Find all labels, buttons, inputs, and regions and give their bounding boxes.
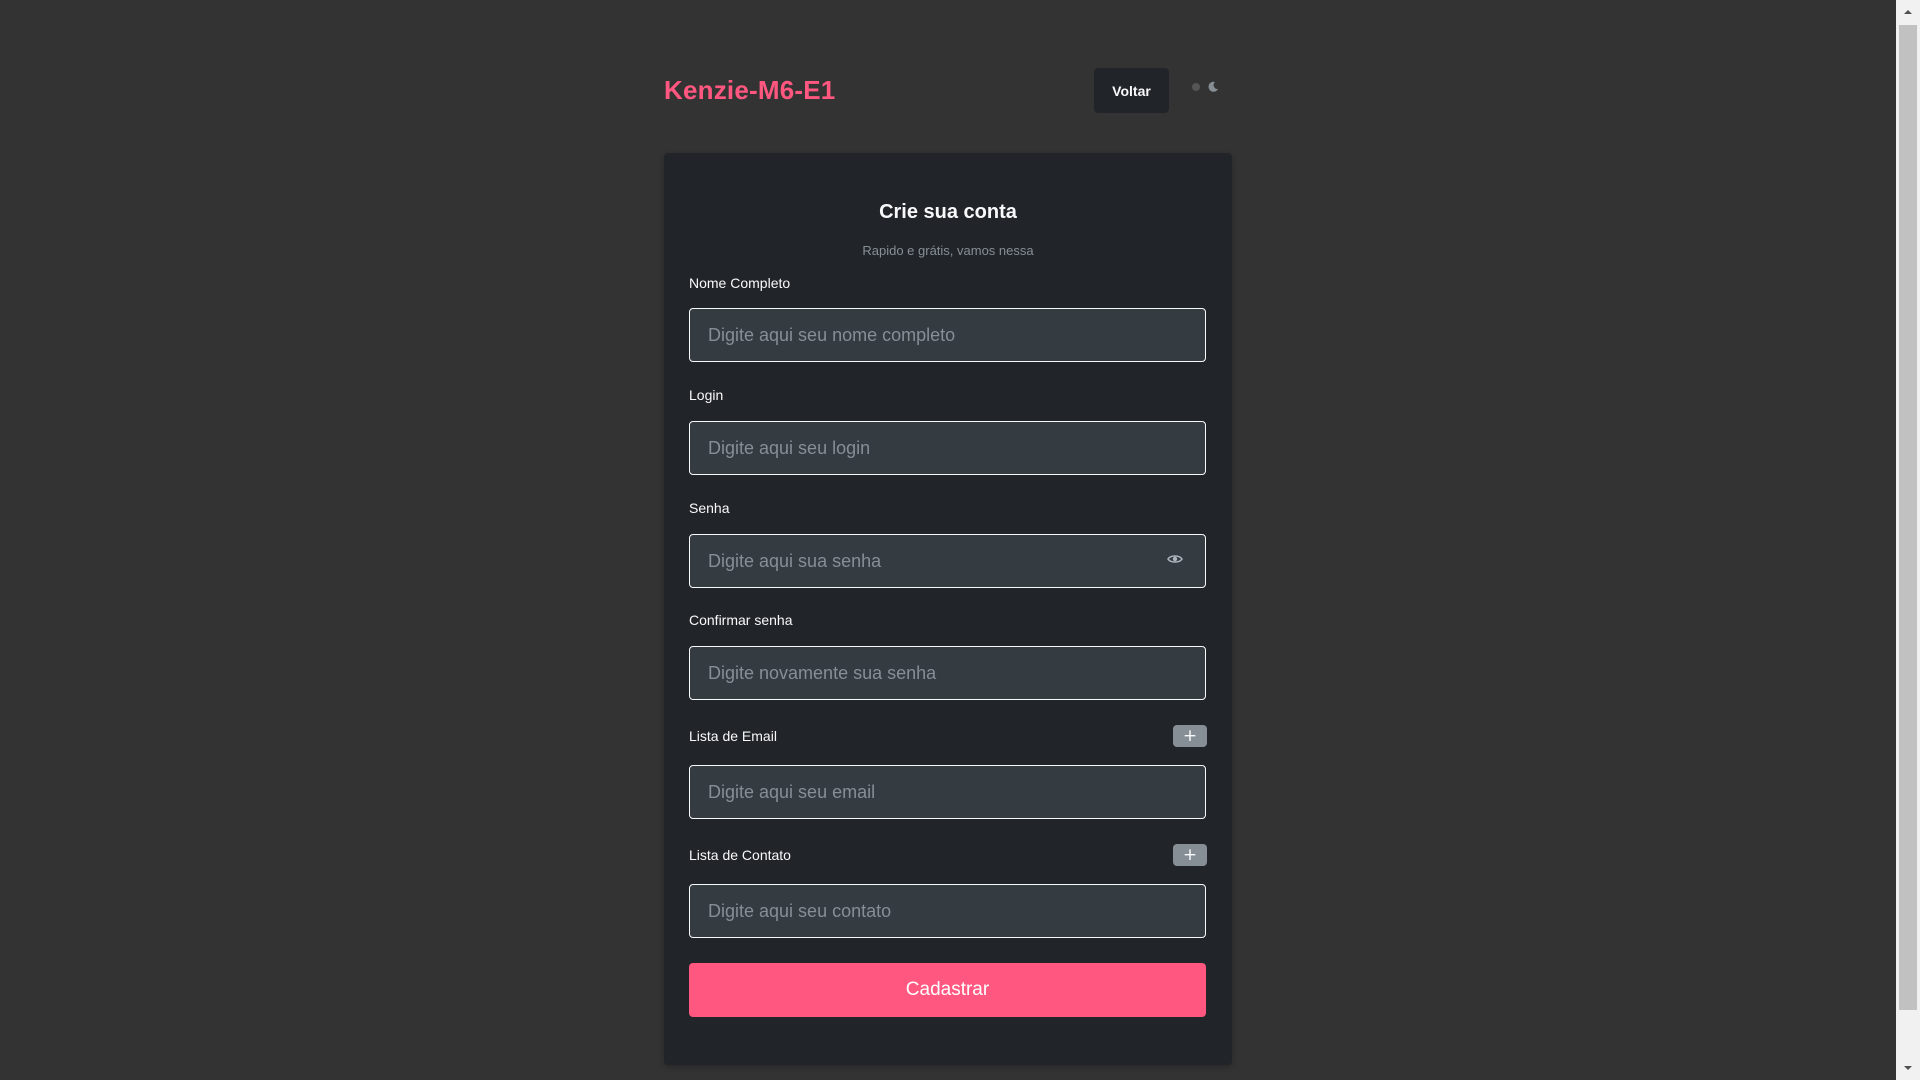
register-button[interactable]: Cadastrar <box>689 963 1206 1017</box>
full-name-input[interactable] <box>689 308 1206 362</box>
scroll-thumb[interactable] <box>1899 25 1917 1010</box>
brand-logo: Kenzie-M6-E1 <box>664 75 836 105</box>
vertical-scrollbar[interactable] <box>1896 0 1920 1080</box>
password-label: Senha <box>689 500 730 516</box>
sun-icon <box>1192 83 1200 91</box>
theme-toggle[interactable] <box>1190 80 1230 100</box>
email-input[interactable] <box>689 765 1206 819</box>
page: Kenzie-M6-E1 Voltar Crie sua conta Rapid… <box>0 0 1920 1080</box>
confirm-password-label: Confirmar senha <box>689 612 793 628</box>
moon-icon <box>1206 80 1220 99</box>
scroll-down-arrow-icon[interactable] <box>1896 1056 1920 1080</box>
contact-input[interactable] <box>689 884 1206 938</box>
login-input[interactable] <box>689 421 1206 475</box>
register-form: Crie sua conta Rapido e grátis, vamos ne… <box>664 153 1232 1065</box>
form-subtitle: Rapido e grátis, vamos nessa <box>862 243 1034 258</box>
password-input[interactable] <box>689 534 1206 588</box>
login-label: Login <box>689 387 724 403</box>
scroll-up-arrow-icon[interactable] <box>1896 0 1920 24</box>
confirm-password-input[interactable] <box>689 646 1206 700</box>
contact-list-label: Lista de Contato <box>689 847 791 863</box>
add-email-button[interactable]: + <box>1173 725 1207 747</box>
add-contact-button[interactable]: + <box>1173 844 1207 866</box>
header: Kenzie-M6-E1 Voltar <box>664 68 1232 114</box>
form-title: Crie sua conta <box>879 201 1017 223</box>
email-list-label: Lista de Email <box>689 728 777 744</box>
back-button[interactable]: Voltar <box>1094 68 1169 113</box>
eye-icon[interactable] <box>1167 551 1183 567</box>
full-name-label: Nome Completo <box>689 275 791 291</box>
